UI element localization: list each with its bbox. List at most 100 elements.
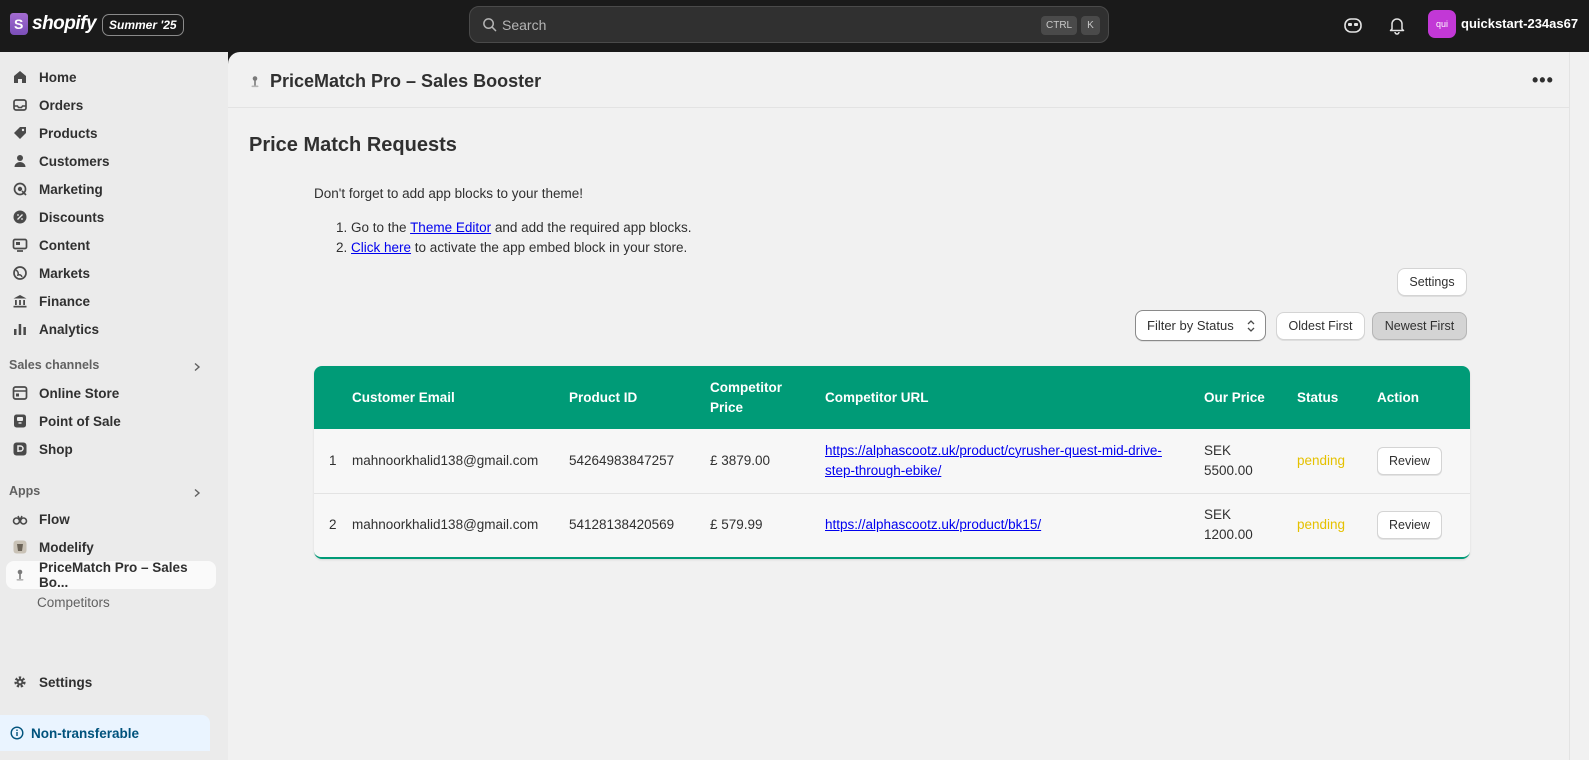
chevron-right-icon[interactable]	[192, 488, 202, 498]
discounts-icon	[13, 210, 27, 224]
click-here-link[interactable]: Click here	[351, 240, 411, 255]
sidebar-item-flow[interactable]: Flow	[6, 505, 216, 533]
newest-first-button[interactable]: Newest First	[1372, 312, 1467, 340]
gear-icon	[14, 676, 26, 688]
home-icon	[14, 71, 26, 83]
info-icon	[10, 726, 24, 740]
review-button[interactable]: Review	[1377, 511, 1442, 540]
select-arrows-icon	[1247, 320, 1255, 332]
competitor-url-link[interactable]: https://alphascootz.uk/product/cyrusher-…	[825, 443, 1162, 478]
sidebar-item-label: Customers	[39, 153, 110, 169]
product-id: 54128138420569	[569, 517, 675, 533]
column-header-competitor-price: Competitor Price	[710, 379, 782, 415]
online-store-icon	[12, 386, 28, 400]
step-1: 1. Go to the Theme Editor and add the re…	[336, 220, 692, 235]
sidebar-item-label: Analytics	[39, 321, 100, 337]
search-placeholder: Search	[502, 17, 547, 33]
orders-icon	[13, 99, 27, 111]
sidebar-item-label: Point of Sale	[39, 413, 121, 429]
notification-bell-icon[interactable]	[1387, 15, 1407, 35]
sidebar-item-label: Online Store	[39, 385, 120, 401]
shortcut-ctrl-key: CTRL	[1041, 16, 1078, 35]
sidebar-item-online-store[interactable]: Online Store	[6, 379, 216, 407]
settings-button[interactable]: Settings	[1397, 268, 1467, 296]
sidebar-item-label: Modelify	[39, 539, 94, 555]
sidebar-item-analytics[interactable]: Analytics	[6, 315, 216, 343]
sidebar-item-label: PriceMatch Pro – Sales Bo...	[39, 560, 188, 590]
marketing-icon	[13, 182, 27, 196]
sidebar-item-point-of-sale[interactable]: Point of Sale	[6, 407, 216, 435]
more-actions-icon[interactable]: •••	[1532, 70, 1554, 91]
sidebar-item-label: Orders	[39, 97, 84, 113]
column-header-email: Customer Email	[352, 389, 455, 405]
chevron-right-icon[interactable]	[192, 362, 202, 372]
theme-editor-link[interactable]: Theme Editor	[410, 220, 491, 235]
filter-status-select[interactable]: Filter by Status	[1135, 310, 1266, 341]
requests-table: Customer Email Product ID Competitor Pri…	[314, 366, 1470, 559]
content-icon	[12, 238, 28, 252]
sidebar-item-shop[interactable]: Shop	[6, 435, 216, 463]
shopify-bag-icon	[10, 13, 28, 35]
table-header-row: Customer Email Product ID Competitor Pri…	[314, 366, 1470, 429]
sidebar-item-label: Home	[39, 69, 77, 85]
products-icon	[14, 127, 26, 139]
sidebar-item-pricematch[interactable]: PriceMatch Pro – Sales Bo...	[6, 560, 216, 590]
shortcut-k-key: K	[1081, 16, 1100, 35]
sidebar-item-label: Discounts	[39, 209, 105, 225]
row-number: 1	[329, 452, 337, 468]
product-id: 54264983847257	[569, 452, 675, 468]
sidebar-item-content[interactable]: Content	[6, 231, 216, 259]
store-avatar[interactable]: qui	[1428, 10, 1456, 38]
sidebar-item-label: Marketing	[39, 181, 103, 197]
competitor-url-link[interactable]: https://alphascootz.uk/product/bk15/	[825, 517, 1041, 532]
oldest-first-button[interactable]: Oldest First	[1276, 312, 1365, 340]
status-badge: pending	[1297, 452, 1346, 468]
competitor-price: £ 579.99	[710, 517, 763, 533]
non-transferable-label: Non-transferable	[31, 725, 140, 741]
sidekick-icon[interactable]	[1343, 15, 1363, 35]
sidebar-item-label: Flow	[39, 511, 70, 527]
markets-icon	[13, 266, 27, 280]
shopify-logo[interactable]: shopify	[10, 13, 97, 35]
status-badge: pending	[1297, 517, 1346, 533]
sidebar-item-customers[interactable]: Customers	[6, 147, 216, 175]
sidebar-item-label: Settings	[39, 674, 93, 690]
scrollbar[interactable]	[1569, 52, 1589, 760]
sidebar-item-settings[interactable]: Settings	[6, 668, 216, 696]
non-transferable-banner[interactable]: Non-transferable	[0, 715, 210, 751]
filter-status-label: Filter by Status	[1147, 318, 1234, 333]
top-bar: shopify Summer '25 Search CTRL K qui qui…	[0, 0, 1589, 52]
search-bar[interactable]: Search CTRL K	[469, 6, 1109, 43]
sidebar-item-label: Products	[39, 125, 98, 141]
sidebar-item-modelify[interactable]: Modelify	[6, 533, 216, 561]
sidebar-subitem-competitors[interactable]: Competitors	[37, 595, 110, 610]
finance-icon	[13, 295, 27, 308]
flow-icon	[12, 515, 28, 525]
sidebar-item-markets[interactable]: Markets	[6, 259, 216, 287]
point-of-sale-icon	[14, 414, 26, 428]
review-button[interactable]: Review	[1377, 446, 1442, 475]
sidebar-item-orders[interactable]: Orders	[6, 91, 216, 119]
table-row: 2 mahnoorkhalid138@gmail.com 54128138420…	[314, 493, 1470, 557]
edition-badge[interactable]: Summer '25	[102, 14, 184, 36]
sidebar-item-label: Markets	[39, 265, 91, 281]
analytics-icon	[14, 324, 26, 335]
sidebar-item-products[interactable]: Products	[6, 119, 216, 147]
store-name[interactable]: quickstart-234as67	[1461, 16, 1578, 31]
sidebar-item-label: Content	[39, 237, 90, 253]
apps-heading[interactable]: Apps	[9, 484, 40, 498]
column-header-product-id: Product ID	[569, 389, 638, 405]
shop-icon	[13, 442, 27, 456]
sidebar-item-finance[interactable]: Finance	[6, 287, 216, 315]
sidebar-item-discounts[interactable]: Discounts	[6, 203, 216, 231]
app-header: PriceMatch Pro – Sales Booster •••	[228, 52, 1569, 108]
column-header-our-price: Our Price	[1204, 389, 1265, 405]
sidebar-item-home[interactable]: Home	[6, 63, 216, 91]
column-header-competitor-url: Competitor URL	[825, 389, 929, 405]
pricematch-icon	[16, 569, 24, 581]
sidebar-item-marketing[interactable]: Marketing	[6, 175, 216, 203]
sales-channels-heading[interactable]: Sales channels	[9, 358, 99, 372]
column-header-status: Status	[1297, 389, 1339, 405]
sidebar-item-label: Finance	[39, 293, 91, 309]
table-row: 1 mahnoorkhalid138@gmail.com 54264983847…	[314, 429, 1470, 493]
